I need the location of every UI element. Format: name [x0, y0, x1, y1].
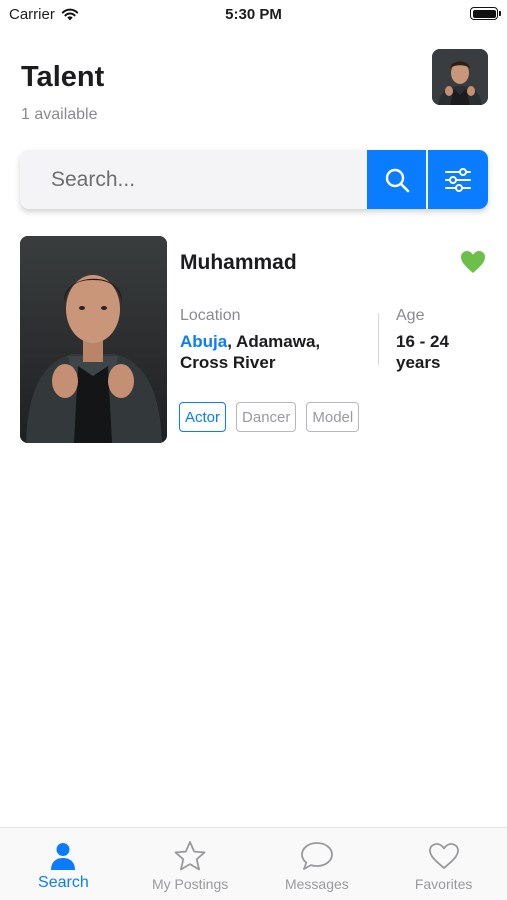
location-value: Abuja, Adamawa, Cross River: [180, 331, 370, 373]
battery-icon: [470, 7, 501, 20]
info-divider: [378, 313, 379, 365]
filter-button[interactable]: [428, 150, 488, 209]
tab-bar: Search My Postings Messages Favorites: [0, 827, 507, 900]
tab-messages[interactable]: Messages: [254, 828, 381, 900]
tag-dancer[interactable]: Dancer: [236, 402, 297, 432]
available-count: 1 available: [21, 106, 98, 123]
favorite-button[interactable]: [460, 250, 486, 274]
profile-avatar[interactable]: [432, 49, 488, 105]
age-label: Age: [396, 307, 425, 324]
status-time: 5:30 PM: [225, 6, 282, 23]
heart-filled-icon: [461, 251, 485, 273]
search-bar: [20, 150, 488, 209]
star-icon: [174, 841, 206, 871]
location-label: Location: [180, 307, 241, 324]
search-button[interactable]: [367, 150, 426, 209]
skill-tags: Actor Dancer Model: [179, 402, 360, 432]
talent-photo: [20, 236, 167, 443]
tag-actor[interactable]: Actor: [179, 402, 227, 432]
location-city-link[interactable]: Abuja: [180, 332, 227, 351]
search-input[interactable]: [20, 150, 367, 209]
page-title: Talent: [21, 61, 105, 93]
search-icon: [385, 168, 409, 192]
chat-bubble-icon: [300, 842, 333, 870]
tab-my-postings-label: My Postings: [152, 876, 229, 892]
talent-name: Muhammad: [180, 251, 297, 274]
talent-card[interactable]: Muhammad Location Abuja, Adamawa, Cross …: [20, 236, 488, 444]
user-avatar-icon: [432, 49, 488, 105]
heart-icon: [428, 843, 459, 869]
person-icon: [51, 843, 76, 870]
tab-favorites[interactable]: Favorites: [380, 828, 507, 900]
tag-model[interactable]: Model: [306, 402, 360, 432]
tab-favorites-label: Favorites: [414, 876, 473, 892]
tab-search-label: Search: [38, 874, 89, 891]
tab-search[interactable]: Search: [0, 828, 127, 900]
status-bar: Carrier 5:30 PM: [0, 0, 507, 28]
age-value: 16 - 24 years: [396, 332, 449, 372]
sliders-icon: [445, 167, 471, 192]
tab-my-postings[interactable]: My Postings: [127, 828, 254, 900]
tab-messages-label: Messages: [284, 876, 349, 892]
